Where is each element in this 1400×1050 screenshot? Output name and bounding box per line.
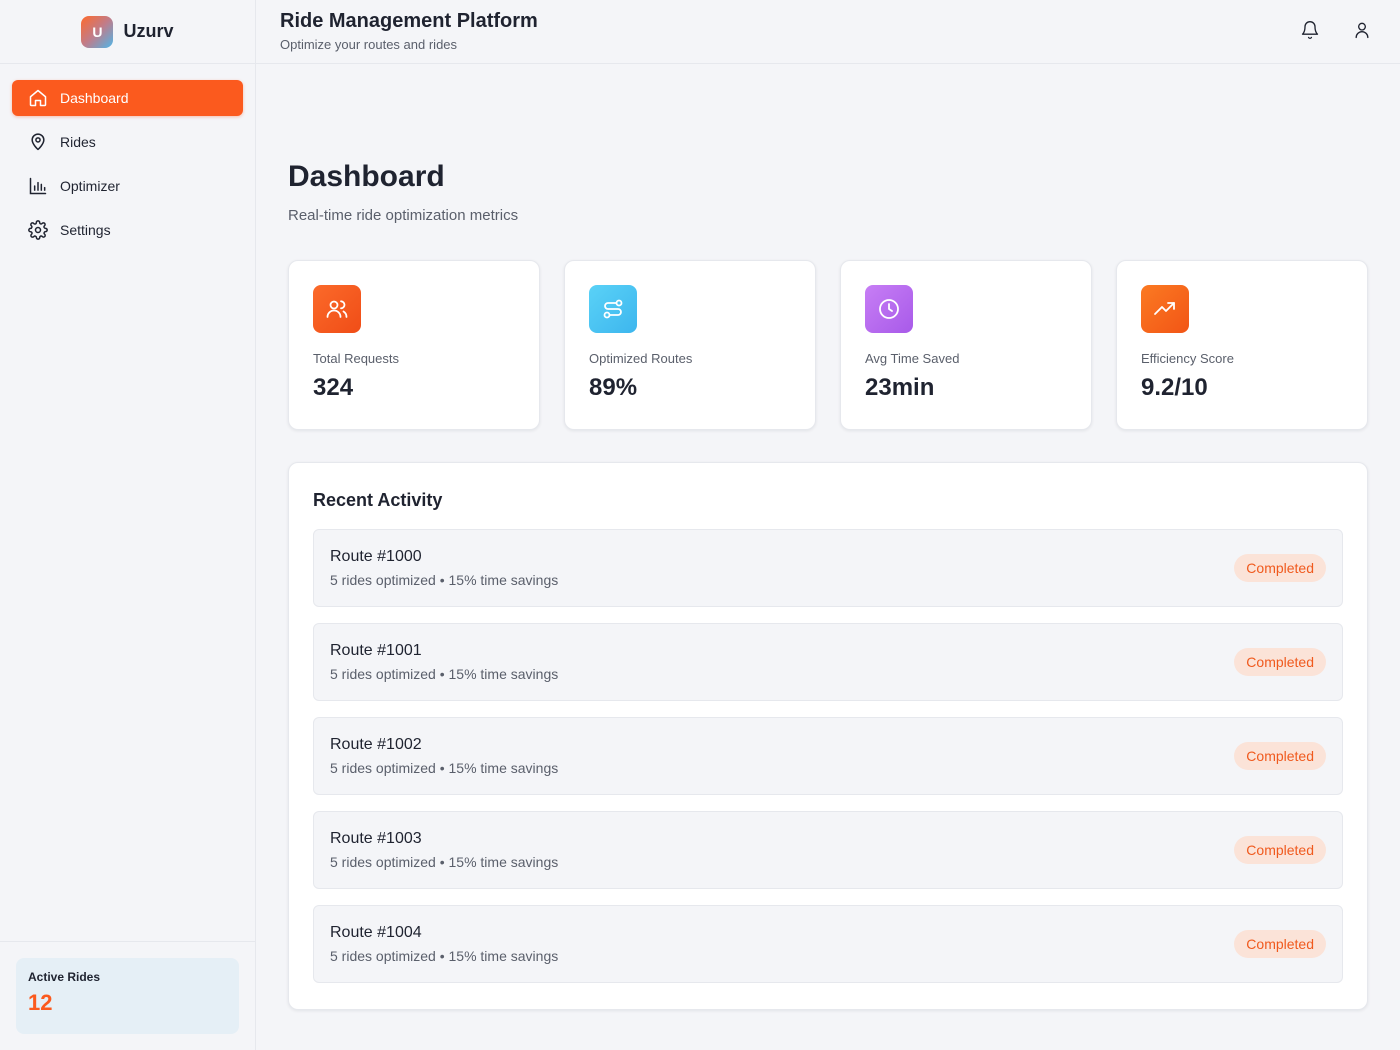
activity-item[interactable]: Route #1004 5 rides optimized • 15% time… bbox=[313, 905, 1343, 983]
stat-card-avg-time-saved: Avg Time Saved 23min bbox=[840, 260, 1092, 430]
activity-item[interactable]: Route #1001 5 rides optimized • 15% time… bbox=[313, 623, 1343, 701]
brand-name: Uzurv bbox=[123, 21, 174, 41]
active-rides-label: Active Rides bbox=[28, 970, 101, 984]
recent-activity-title: Recent Activity bbox=[313, 490, 443, 510]
user-icon[interactable] bbox=[1352, 20, 1372, 40]
route-detail: 5 rides optimized • 15% time savings bbox=[330, 666, 559, 682]
route-title: Route #1004 bbox=[330, 924, 422, 941]
brand-logo: U bbox=[81, 15, 114, 48]
active-rides-card: Active Rides 12 bbox=[16, 958, 239, 1034]
active-rides-value: 12 bbox=[28, 990, 53, 1015]
stat-value: 89% bbox=[589, 374, 638, 401]
sidebar-item-rides[interactable]: Rides bbox=[12, 124, 243, 160]
stat-value: 9.2/10 bbox=[1141, 374, 1208, 401]
clock-icon bbox=[879, 299, 899, 319]
stat-value: 324 bbox=[313, 374, 354, 401]
sidebar-item-label: Optimizer bbox=[60, 178, 120, 194]
activity-item[interactable]: Route #1002 5 rides optimized • 15% time… bbox=[313, 717, 1343, 795]
map-pin-icon bbox=[31, 133, 45, 151]
sidebar-nav: Dashboard Rides Optimizer Settings bbox=[0, 64, 255, 264]
activity-item[interactable]: Route #1000 5 rides optimized • 15% time… bbox=[313, 529, 1343, 607]
stat-icon-box bbox=[313, 285, 361, 333]
app-subtitle: Optimize your routes and rides bbox=[280, 37, 458, 52]
stats-grid: Total Requests 324 Optimized Routes 89% … bbox=[288, 260, 1368, 430]
bar-chart-icon bbox=[29, 177, 47, 195]
stat-icon-box bbox=[589, 285, 637, 333]
page-subtitle: Real-time ride optimization metrics bbox=[288, 207, 519, 224]
sidebar-item-label: Rides bbox=[60, 134, 96, 150]
stat-card-total-requests: Total Requests 324 bbox=[288, 260, 540, 430]
sidebar-item-settings[interactable]: Settings bbox=[12, 212, 243, 248]
app-title: Ride Management Platform bbox=[280, 10, 538, 32]
recent-activity-panel: Recent Activity Route #1000 5 rides opti… bbox=[288, 462, 1368, 1010]
home-icon bbox=[29, 89, 47, 107]
header-actions bbox=[1300, 20, 1372, 40]
route-detail: 5 rides optimized • 15% time savings bbox=[330, 854, 559, 870]
activity-item[interactable]: Route #1003 5 rides optimized • 15% time… bbox=[313, 811, 1343, 889]
status-badge: Completed bbox=[1234, 930, 1326, 958]
page-title: Dashboard bbox=[288, 160, 445, 193]
stat-icon-box bbox=[1141, 285, 1189, 333]
route-detail: 5 rides optimized • 15% time savings bbox=[330, 948, 559, 964]
stat-label: Efficiency Score bbox=[1141, 351, 1234, 366]
sidebar-item-dashboard[interactable]: Dashboard bbox=[12, 80, 243, 116]
activity-list: Route #1000 5 rides optimized • 15% time… bbox=[313, 529, 1343, 983]
route-detail: 5 rides optimized • 15% time savings bbox=[330, 760, 559, 776]
status-badge: Completed bbox=[1234, 836, 1326, 864]
status-badge: Completed bbox=[1234, 554, 1326, 582]
users-icon bbox=[326, 300, 348, 318]
stat-card-efficiency-score: Efficiency Score 9.2/10 bbox=[1116, 260, 1368, 430]
trending-up-icon bbox=[1154, 302, 1175, 315]
sidebar-item-optimizer[interactable]: Optimizer bbox=[12, 168, 243, 204]
stat-label: Optimized Routes bbox=[589, 351, 693, 366]
bell-icon[interactable] bbox=[1300, 20, 1320, 40]
sidebar-item-label: Dashboard bbox=[60, 90, 129, 106]
status-badge: Completed bbox=[1234, 742, 1326, 770]
top-header: Ride Management Platform Optimize your r… bbox=[256, 0, 1400, 64]
stat-icon-box bbox=[865, 285, 913, 333]
route-title: Route #1001 bbox=[330, 642, 422, 659]
sidebar-item-label: Settings bbox=[60, 222, 111, 238]
route-title: Route #1003 bbox=[330, 830, 422, 847]
route-detail: 5 rides optimized • 15% time savings bbox=[330, 572, 559, 588]
stat-label: Avg Time Saved bbox=[865, 351, 960, 366]
brand[interactable]: U Uzurv bbox=[0, 0, 255, 64]
sidebar: U Uzurv Dashboard Rides Optimizer Settin… bbox=[0, 0, 256, 1050]
gear-icon bbox=[28, 220, 48, 240]
stat-card-optimized-routes: Optimized Routes 89% bbox=[564, 260, 816, 430]
route-icon bbox=[603, 299, 623, 319]
sidebar-footer: Active Rides 12 bbox=[0, 941, 255, 1050]
route-title: Route #1002 bbox=[330, 736, 422, 753]
stat-value: 23min bbox=[865, 374, 935, 401]
route-title: Route #1000 bbox=[330, 548, 422, 565]
stat-label: Total Requests bbox=[313, 351, 399, 366]
status-badge: Completed bbox=[1234, 648, 1326, 676]
